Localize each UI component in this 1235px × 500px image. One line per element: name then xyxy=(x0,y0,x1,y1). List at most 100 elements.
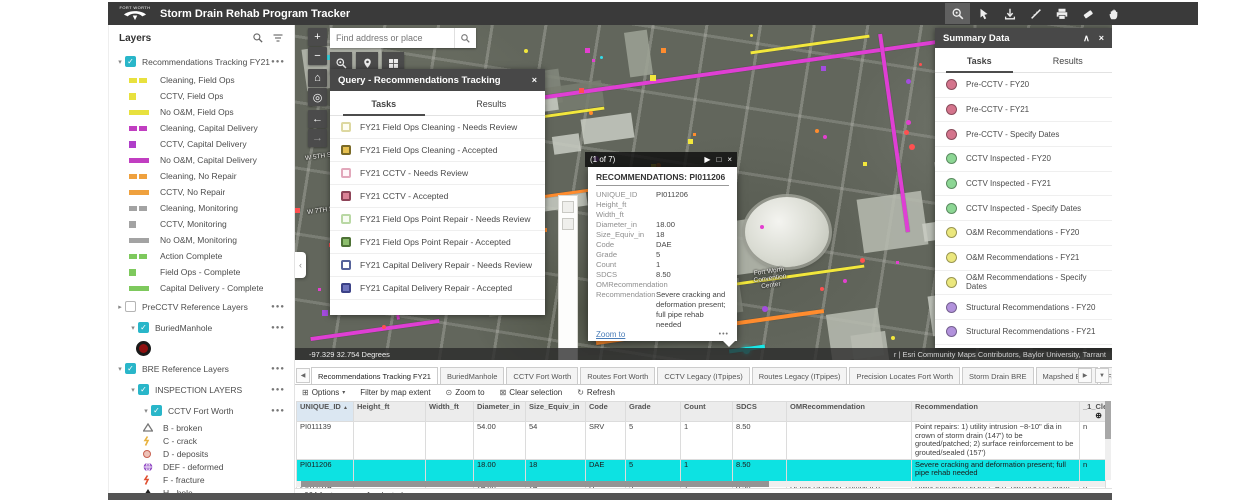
summary-task-item[interactable]: O&M Recommendations - FY20 xyxy=(935,221,1112,246)
layer-item[interactable]: ▾✓INSPECTION LAYERS●●● xyxy=(109,379,294,400)
column-header-count[interactable]: Count xyxy=(681,402,733,422)
query-task-item[interactable]: FY21 Field Ops Point Repair - Accepted xyxy=(330,231,545,254)
column-header-sdcs[interactable]: SDCS xyxy=(733,402,787,422)
zoom-out-button[interactable]: − xyxy=(308,47,327,65)
layers-search-icon[interactable] xyxy=(252,32,264,44)
column-header-recommendation[interactable]: Recommendation xyxy=(912,402,1080,422)
panel-collapse-tab[interactable]: ‹ xyxy=(295,252,306,278)
clear-selection-button[interactable]: ⊠Clear selection xyxy=(500,388,563,397)
collapse-icon[interactable]: ∧ xyxy=(1083,33,1090,44)
header-tool-query-icon[interactable] xyxy=(945,3,970,24)
table-row[interactable]: PI01113954.0054SRV518.50Point repairs: 1… xyxy=(297,422,1106,459)
layer-item[interactable]: ▸PreCCTV Reference Layers●●● xyxy=(109,296,294,317)
query-task-item[interactable]: FY21 Capital Delivery Repair - Needs Rev… xyxy=(330,254,545,277)
column-header-omrecommendation[interactable]: OMRecommendation xyxy=(787,402,912,422)
column-header-diameter_in[interactable]: Diameter_in xyxy=(474,402,526,422)
header-tool-select-icon[interactable] xyxy=(971,3,996,24)
header-tool-draw-icon[interactable] xyxy=(1075,3,1100,24)
layer-menu-button[interactable]: ●●● xyxy=(271,304,285,310)
zoom-to-link[interactable]: Zoom to xyxy=(596,330,625,339)
summary-task-item[interactable]: CCTV Inspected - Specify Dates xyxy=(935,196,1112,221)
column-header-code[interactable]: Code xyxy=(586,402,626,422)
table-tab[interactable]: Recommendations Tracking FY21 xyxy=(311,367,438,384)
expand-arrow-icon[interactable]: ▸ xyxy=(115,303,125,311)
layer-checkbox[interactable]: ✓ xyxy=(125,363,136,374)
query-task-item[interactable]: FY21 CCTV - Needs Review xyxy=(330,162,545,185)
expand-arrow-icon[interactable]: ▾ xyxy=(128,324,138,332)
column-header-grade[interactable]: Grade xyxy=(626,402,681,422)
layer-menu-button[interactable]: ●●● xyxy=(271,408,285,414)
layer-checkbox[interactable]: ✓ xyxy=(151,405,162,416)
close-icon[interactable]: × xyxy=(532,75,537,85)
filter-by-extent-button[interactable]: Filter by map extent xyxy=(360,388,430,397)
header-tool-measure-icon[interactable] xyxy=(1023,3,1048,24)
zoom-to-button[interactable]: ⊙Zoom to xyxy=(446,388,485,397)
expand-arrow-icon[interactable]: ▾ xyxy=(115,365,125,373)
search-input[interactable] xyxy=(330,28,454,48)
popup-maximize-icon[interactable]: □ xyxy=(716,155,721,164)
layer-menu-button[interactable]: ●●● xyxy=(271,59,285,65)
summary-task-item[interactable]: Structural Recommendations - FY21 xyxy=(935,320,1112,345)
summary-task-item[interactable]: O&M Recommendations - Specify Dates xyxy=(935,271,1112,296)
header-tool-add-data-icon[interactable] xyxy=(997,3,1022,24)
column-header-width_ft[interactable]: Width_ft xyxy=(426,402,474,422)
popup-close-icon[interactable]: × xyxy=(727,155,732,164)
query-task-item[interactable]: FY21 Capital Delivery Repair - Accepted xyxy=(330,277,545,300)
table-tab[interactable]: CCTV Legacy (ITpipes) xyxy=(657,367,749,384)
expand-arrow-icon[interactable]: ▾ xyxy=(128,386,138,394)
column-header-size_equiv_in[interactable]: Size_Equiv_in xyxy=(526,402,586,422)
layer-checkbox[interactable]: ✓ xyxy=(125,56,136,67)
options-button[interactable]: ⊞Options▾ xyxy=(302,388,345,397)
expand-arrow-icon[interactable]: ▾ xyxy=(115,58,125,66)
previous-extent-button[interactable]: ← xyxy=(308,110,327,128)
tab-results[interactable]: Results xyxy=(438,91,546,115)
tabs-scroll-right-icon[interactable]: ▶ xyxy=(1078,368,1092,383)
summary-task-item[interactable]: CCTV Inspected - FY21 xyxy=(935,172,1112,197)
close-icon[interactable]: × xyxy=(1099,33,1104,43)
table-tab[interactable]: BuriedManhole xyxy=(440,367,504,384)
column-header-unique_id[interactable]: UNIQUE_ID ▲ xyxy=(297,402,354,422)
summary-task-item[interactable]: CCTV Inspected - FY20 xyxy=(935,147,1112,172)
table-tab[interactable]: Routes Fort Worth xyxy=(580,367,655,384)
table-row[interactable]: PI01120618.0018DAE518.50Severe cracking … xyxy=(297,459,1106,481)
zoom-in-button[interactable]: + xyxy=(308,28,327,46)
layers-filter-icon[interactable] xyxy=(272,32,284,44)
tab-tasks[interactable]: Tasks xyxy=(935,48,1024,72)
popup-menu-icon[interactable]: ••• xyxy=(719,331,729,338)
summary-task-item[interactable]: Pre-CCTV - FY20 xyxy=(935,73,1112,98)
layer-checkbox[interactable] xyxy=(125,301,136,312)
layer-item[interactable]: ▾✓BRE Reference Layers●●● xyxy=(109,358,294,379)
tab-tasks[interactable]: Tasks xyxy=(330,91,438,115)
table-settings-icon[interactable]: ⊕ xyxy=(1095,412,1102,421)
search-icon[interactable] xyxy=(454,28,476,48)
table-vertical-scrollbar[interactable] xyxy=(1105,401,1111,480)
expand-arrow-icon[interactable]: ▾ xyxy=(141,407,151,415)
query-task-item[interactable]: FY21 CCTV - Accepted xyxy=(330,185,545,208)
locate-button[interactable]: ◎ xyxy=(308,88,327,106)
map-canvas[interactable]: W 5TH STW 7TH STFort Worth Convention Ce… xyxy=(295,25,1112,360)
header-tool-pan-icon[interactable] xyxy=(1101,3,1126,24)
layer-item[interactable]: ▾✓Recommendations Tracking FY21●●● xyxy=(109,51,294,72)
query-task-item[interactable]: FY21 Field Ops Cleaning - Accepted xyxy=(330,139,545,162)
home-button[interactable]: ⌂ xyxy=(308,69,327,87)
table-horizontal-scrollbar[interactable] xyxy=(296,481,1105,487)
column-header-_1_cleaning[interactable]: _1_Cleaning⊕ xyxy=(1080,402,1106,422)
layer-menu-button[interactable]: ●●● xyxy=(271,325,285,331)
summary-task-item[interactable]: Pre-CCTV - Specify Dates xyxy=(935,122,1112,147)
layer-menu-button[interactable]: ●●● xyxy=(271,387,285,393)
header-tool-print-icon[interactable] xyxy=(1049,3,1074,24)
table-tab[interactable]: Routes Legacy (ITpipes) xyxy=(752,367,848,384)
layer-item[interactable]: ▾✓CCTV Fort Worth●●● xyxy=(109,400,294,421)
summary-task-item[interactable]: Structural Recommendations - FY20 xyxy=(935,295,1112,320)
layer-checkbox[interactable]: ✓ xyxy=(138,384,149,395)
table-tab[interactable]: CCTV Fort Worth xyxy=(506,367,578,384)
summary-task-item[interactable]: O&M Recommendations - FY21 xyxy=(935,246,1112,271)
query-task-item[interactable]: FY21 Field Ops Cleaning - Needs Review xyxy=(330,116,545,139)
layer-menu-button[interactable]: ●●● xyxy=(271,366,285,372)
tabs-menu-icon[interactable]: ▼ xyxy=(1095,368,1109,383)
summary-task-item[interactable]: Pre-CCTV - FY21 xyxy=(935,98,1112,123)
layer-item[interactable]: ▾✓BuriedManhole●●● xyxy=(109,317,294,338)
next-extent-button[interactable]: → xyxy=(308,129,327,147)
query-task-item[interactable]: FY21 Field Ops Point Repair - Needs Revi… xyxy=(330,208,545,231)
refresh-button[interactable]: ↻Refresh xyxy=(577,388,615,397)
